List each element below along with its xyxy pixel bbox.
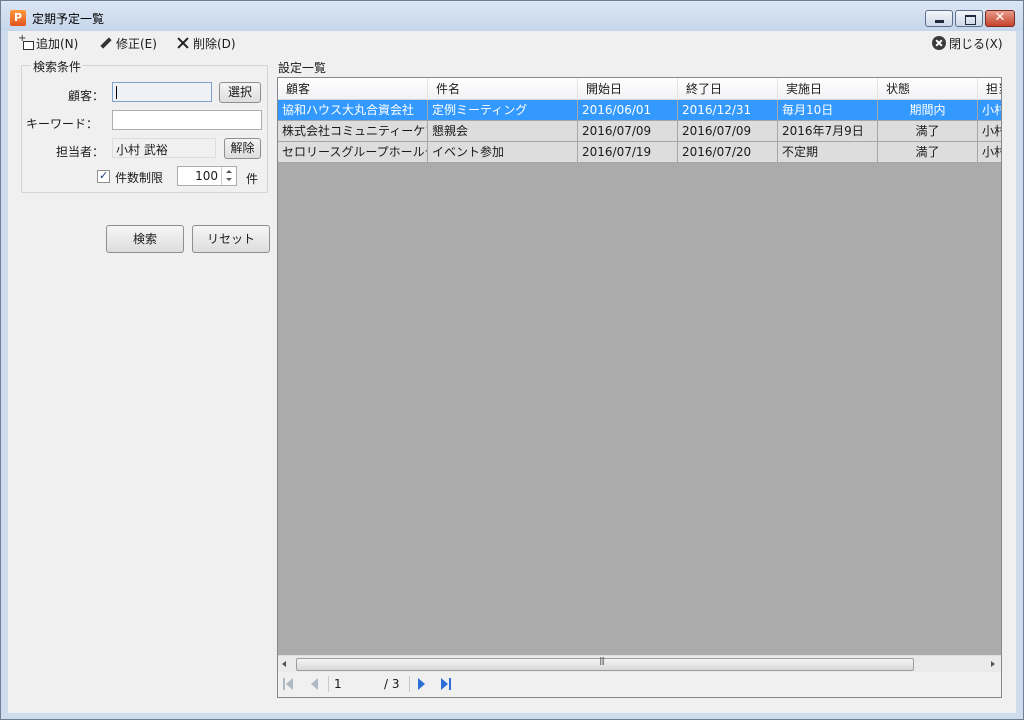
- limit-checkbox[interactable]: [97, 169, 110, 183]
- cell-schedule: 不定期: [778, 142, 878, 163]
- last-page-icon[interactable]: [440, 678, 452, 690]
- select-customer-button[interactable]: 選択: [219, 82, 261, 103]
- app-icon: P: [10, 10, 26, 26]
- search-group-title: 検索条件: [31, 58, 84, 75]
- edit-label: 修正(E): [116, 36, 157, 51]
- limit-value: 100: [195, 169, 218, 183]
- minimize-button[interactable]: [925, 10, 953, 27]
- delete-icon: [176, 36, 190, 50]
- cell-status: 満了: [878, 121, 978, 142]
- column-header[interactable]: 実施日: [778, 78, 878, 100]
- search-button[interactable]: 検索: [106, 225, 184, 253]
- delete-label: 削除(D): [193, 36, 236, 51]
- cell-subject: 懇親会: [428, 121, 578, 142]
- add-label: 追加(N): [36, 36, 79, 51]
- delete-button[interactable]: 削除(D): [176, 34, 236, 52]
- pager-divider: [328, 676, 329, 692]
- close-button[interactable]: 閉じる(X): [932, 34, 1003, 52]
- page-total: / 3: [384, 677, 400, 691]
- next-page-icon[interactable]: [416, 678, 428, 690]
- text-caret: [116, 86, 117, 99]
- cell-schedule: 毎月10日: [778, 100, 878, 121]
- keyword-input[interactable]: [112, 110, 262, 130]
- close-circle-icon: [932, 36, 946, 50]
- column-header[interactable]: 状態: [878, 78, 978, 100]
- cell-end-date: 2016/07/09: [678, 121, 778, 142]
- title-bar: P 定期予定一覧 ✕: [1, 1, 1023, 31]
- limit-unit: 件: [246, 172, 259, 186]
- scroll-thumb[interactable]: [296, 656, 914, 671]
- cell-start-date: 2016/07/19: [578, 142, 678, 163]
- close-label: 閉じる(X): [949, 36, 1003, 51]
- table-row[interactable]: セロリースグループホールディ... イベント参加 2016/07/19 2016…: [278, 142, 1001, 163]
- app-window: P 定期予定一覧 ✕ 追加(N) 修正(E) 削除(D) 閉じる(X): [0, 0, 1024, 720]
- staff-field: 小村 武裕: [112, 138, 216, 158]
- customer-field[interactable]: [112, 82, 212, 102]
- cell-schedule: 2016年7月9日: [778, 121, 878, 142]
- cell-customer: セロリースグループホールディ...: [278, 142, 428, 163]
- column-header[interactable]: 開始日: [578, 78, 678, 100]
- horizontal-scrollbar[interactable]: [278, 655, 1001, 672]
- reset-button[interactable]: リセット: [192, 225, 270, 253]
- cell-end-date: 2016/07/20: [678, 142, 778, 163]
- table-row[interactable]: 協和ハウス大丸合資会社 定例ミーティング 2016/06/01 2016/12/…: [278, 100, 1001, 121]
- cell-staff: 小村: [978, 142, 1001, 163]
- maximize-button[interactable]: [955, 10, 983, 27]
- cell-subject: イベント参加: [428, 142, 578, 163]
- cell-subject: 定例ミーティング: [428, 100, 578, 121]
- window-title: 定期予定一覧: [32, 12, 105, 26]
- pager-divider: [409, 676, 410, 692]
- scroll-left-icon[interactable]: [282, 661, 286, 667]
- spinner-arrows-icon[interactable]: [221, 167, 236, 185]
- list-title: 設定一覧: [278, 61, 327, 75]
- column-header[interactable]: 担当: [978, 78, 1001, 100]
- search-conditions-group: 検索条件 顧客： 選択 キーワード： 担当者： 小村 武裕 解除 件数制限 10…: [21, 58, 268, 193]
- close-icon: ✕: [994, 10, 1006, 25]
- cell-status: 満了: [878, 142, 978, 163]
- pager: 1 / 3: [278, 672, 1001, 697]
- page-number-input[interactable]: 1: [334, 677, 382, 693]
- cell-customer: 株式会社コミュニティーケア...: [278, 121, 428, 142]
- add-button[interactable]: 追加(N): [18, 33, 79, 52]
- schedule-grid[interactable]: 顧客 件名 開始日 終了日 実施日 状態 担当 協和ハウス大丸合資会社 定例ミー…: [277, 77, 1002, 698]
- prev-page-icon[interactable]: [308, 678, 320, 690]
- table-row[interactable]: 株式会社コミュニティーケア... 懇親会 2016/07/09 2016/07/…: [278, 121, 1001, 142]
- toolbar: 追加(N) 修正(E) 削除(D) 閉じる(X): [8, 31, 1016, 55]
- keyword-label: キーワード：: [25, 117, 98, 131]
- cell-status: 期間内: [878, 100, 978, 121]
- add-icon: [18, 33, 34, 50]
- customer-label: 顧客：: [67, 89, 104, 103]
- first-page-icon[interactable]: [283, 678, 295, 690]
- cell-start-date: 2016/07/09: [578, 121, 678, 142]
- limit-label: 件数制限: [115, 171, 164, 185]
- cell-staff: 小村: [978, 121, 1001, 142]
- edit-button[interactable]: 修正(E): [99, 34, 157, 52]
- column-header[interactable]: 顧客: [278, 78, 428, 100]
- limit-stepper[interactable]: 100: [177, 166, 237, 186]
- grid-header: 顧客 件名 開始日 終了日 実施日 状態 担当: [278, 78, 1001, 100]
- column-header[interactable]: 終了日: [678, 78, 778, 100]
- cell-end-date: 2016/12/31: [678, 100, 778, 121]
- scroll-right-icon[interactable]: [991, 661, 995, 667]
- column-header[interactable]: 件名: [428, 78, 578, 100]
- clear-staff-button[interactable]: 解除: [224, 138, 261, 159]
- staff-label: 担当者：: [55, 145, 104, 159]
- close-window-button[interactable]: ✕: [985, 10, 1015, 27]
- cell-customer: 協和ハウス大丸合資会社: [278, 100, 428, 121]
- cell-staff: 小村: [978, 100, 1001, 121]
- pencil-icon: [99, 36, 113, 50]
- client-area: 追加(N) 修正(E) 削除(D) 閉じる(X) 検索条件 顧客： 選択: [8, 31, 1016, 713]
- cell-start-date: 2016/06/01: [578, 100, 678, 121]
